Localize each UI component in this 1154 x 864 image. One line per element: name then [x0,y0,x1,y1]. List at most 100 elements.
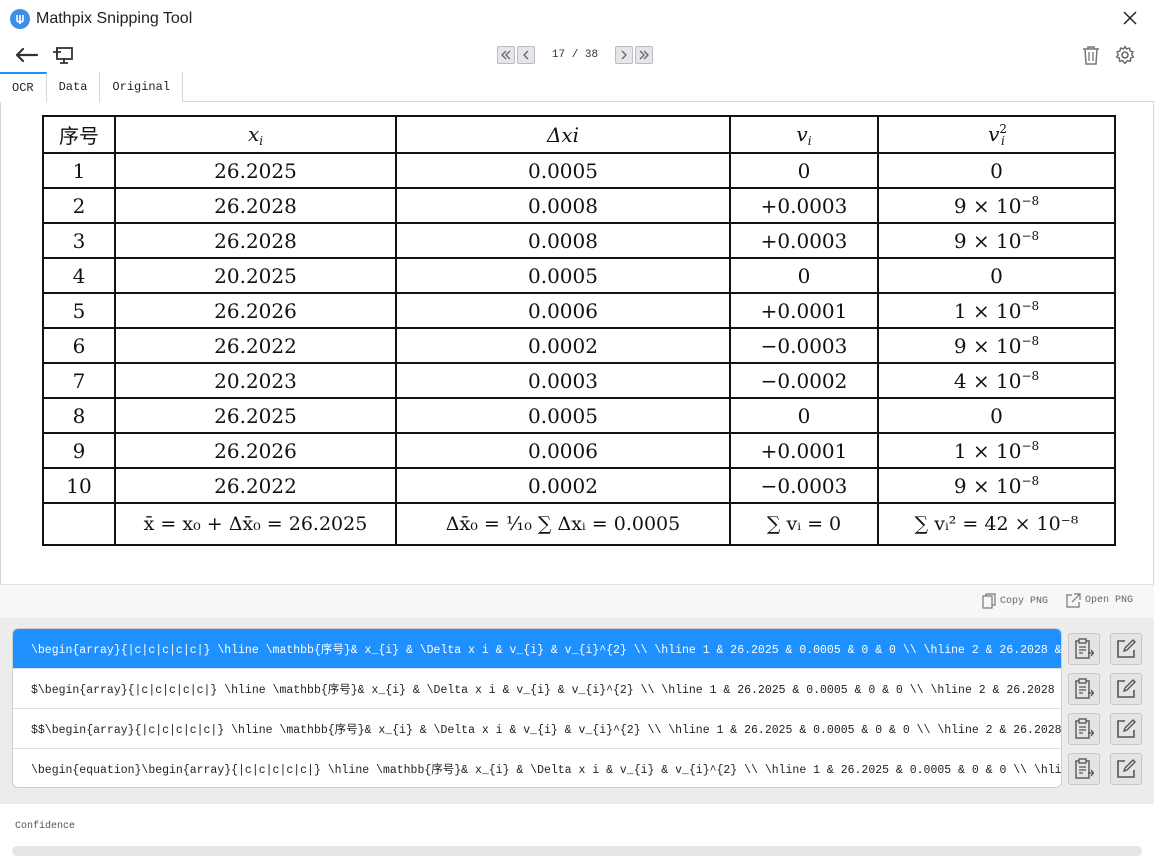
cell-x: 26.2028 [114,187,397,224]
table-row: 3 26.2028 0.0008 +0.0003 9 × 10−8 [42,222,1116,259]
cell-v2: 1 × 10−8 [877,292,1116,329]
copy-result-button[interactable] [1068,713,1100,745]
cell-v2: 9 × 10−8 [877,187,1116,224]
cell-dx: 0.0008 [395,187,731,224]
row-actions-3 [1068,713,1142,745]
back-button[interactable] [14,43,40,67]
cell-index: 9 [42,432,116,469]
cell-v2-base: 0 [990,158,1003,183]
cell-v2-base: 9 × 10 [953,333,1022,358]
result-list: \begin{array}{|c|c|c|c|c|} \hline \mathb… [12,628,1062,788]
cell-v2-exponent: −8 [1021,333,1040,348]
cell-index: 2 [42,187,116,224]
cell-v2-exponent: −8 [1021,438,1040,453]
double-chevron-left-icon [501,50,511,60]
cell-v2-exponent: −8 [1021,368,1040,383]
cell-v2: 0 [877,397,1116,434]
close-icon [1123,11,1137,25]
results-area: \begin{array}{|c|c|c|c|c|} \hline \mathb… [0,618,1154,804]
cell-v2: 9 × 10−8 [877,327,1116,364]
cell-x: 20.2023 [114,362,397,399]
open-png-button[interactable]: Open PNG [1066,593,1133,608]
copy-result-button[interactable] [1068,633,1100,665]
cell-v2-base: 9 × 10 [953,473,1022,498]
monitor-snip-icon [53,47,73,64]
cell-v2-base: 9 × 10 [953,193,1022,218]
cell-dx: 0.0005 [395,257,731,294]
cell-v2-base: 1 × 10 [953,438,1022,463]
double-chevron-right-icon [639,50,649,60]
edit-icon [1117,679,1136,698]
cell-v: 0 [729,257,879,294]
page-counter: 17 / 38 [551,49,599,61]
screen-capture-button[interactable] [50,43,76,67]
edit-icon [1117,639,1136,658]
clipboard-icon [1075,678,1094,699]
cell-dx: 0.0002 [395,467,731,504]
last-page-button[interactable] [635,46,653,64]
edit-result-button[interactable] [1110,633,1142,665]
close-button[interactable] [1120,8,1140,28]
cell-v2: 9 × 10−8 [877,467,1116,504]
external-link-icon [1066,593,1081,608]
cell-x: 26.2028 [114,222,397,259]
row-actions-4 [1068,753,1142,785]
copy-icon [982,593,996,609]
rendered-table: 序号 xi Δxi vi v2i 1 26.2025 0.0005 0 0 2 26.202… [42,115,1116,546]
cell-v: −0.0003 [729,467,879,504]
chevron-right-icon [621,50,627,60]
result-row-inline-math[interactable]: $\begin{array}{|c|c|c|c|c|} \hline \math… [13,669,1061,709]
confidence-section: Confidence [0,804,1154,864]
cell-v2: 1 × 10−8 [877,432,1116,469]
edit-result-button[interactable] [1110,753,1142,785]
cell-x: 26.2025 [114,397,397,434]
table-row: 7 20.2023 0.0003 −0.0002 4 × 10−8 [42,362,1116,399]
edit-result-button[interactable] [1110,713,1142,745]
table-summary-row: x̄ = x₀ + Δx̄₀ = 26.2025 Δx̄₀ = ¹⁄₁₀ ∑ Δ… [42,502,1116,546]
cell-v: +0.0001 [729,432,879,469]
cell-dx: 0.0003 [395,362,731,399]
cell-dx: 0.0005 [395,152,731,189]
summary-v: ∑ vᵢ = 0 [729,502,879,546]
header-v2: v2i [877,115,1116,154]
cell-x: 26.2022 [114,467,397,504]
cell-index: 5 [42,292,116,329]
tab-data[interactable]: Data [46,72,101,102]
first-page-button[interactable] [497,46,515,64]
next-page-button[interactable] [615,46,633,64]
cell-v: +0.0003 [729,222,879,259]
tab-original[interactable]: Original [100,72,184,102]
table-row: 4 20.2025 0.0005 0 0 [42,257,1116,294]
header-dx: Δxi [395,115,731,154]
cell-v: −0.0003 [729,327,879,364]
cell-x: 20.2025 [114,257,397,294]
cell-index: 10 [42,467,116,504]
settings-button[interactable] [1112,43,1138,67]
edit-result-button[interactable] [1110,673,1142,705]
gear-icon [1115,45,1135,65]
cell-v2-base: 9 × 10 [953,228,1022,253]
copy-result-button[interactable] [1068,753,1100,785]
window-title: Mathpix Snipping Tool [36,10,193,27]
cell-index: 3 [42,222,116,259]
result-row-display-math[interactable]: $$\begin{array}{|c|c|c|c|c|} \hline \mat… [13,709,1061,749]
cell-x: 26.2025 [114,152,397,189]
header-x: xi [114,115,397,154]
cell-v2-base: 4 × 10 [953,368,1022,393]
tab-ocr[interactable]: OCR [0,72,47,102]
copy-result-button[interactable] [1068,673,1100,705]
prev-page-button[interactable] [517,46,535,64]
cell-dx: 0.0002 [395,327,731,364]
summary-v2: ∑ vᵢ² = 42 × 10⁻⁸ [877,502,1116,546]
ocr-preview: 序号 xi Δxi vi v2i 1 26.2025 0.0005 0 0 2 26.202… [0,102,1154,584]
cell-index: 4 [42,257,116,294]
table-row: 8 26.2025 0.0005 0 0 [42,397,1116,434]
result-row-equation[interactable]: \begin{equation}\begin{array}{|c|c|c|c|c… [13,749,1061,787]
delete-button[interactable] [1078,43,1104,67]
cell-v2-exponent: −8 [1021,193,1040,208]
png-actions-bar: Copy PNG Open PNG [0,584,1154,618]
table-header-row: 序号 xi Δxi vi v2i [42,115,1116,154]
result-row-latex[interactable]: \begin{array}{|c|c|c|c|c|} \hline \mathb… [13,629,1061,669]
copy-png-button[interactable]: Copy PNG [982,593,1048,609]
cell-v2: 0 [877,257,1116,294]
